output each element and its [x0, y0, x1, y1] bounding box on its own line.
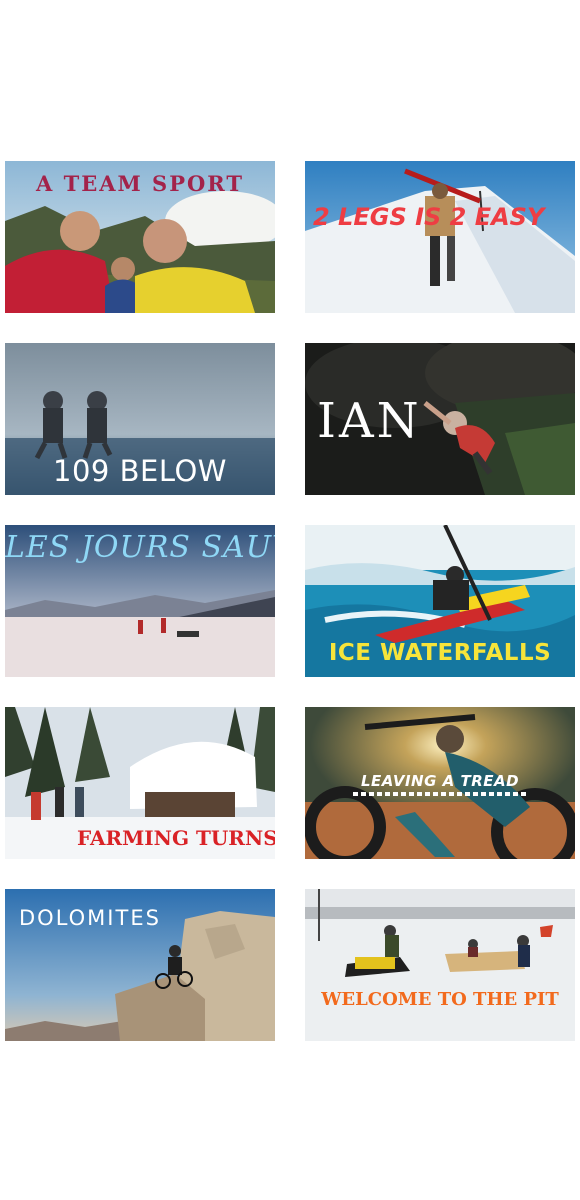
film-title: FARMING TURNS	[77, 826, 275, 850]
film-title: WELCOME TO THE PIT	[321, 989, 559, 1010]
film-title: LEAVING A TREAD	[360, 772, 520, 790]
film-title: 2 LEGS IS 2 EASY	[313, 203, 545, 231]
film-card-welcome-to-the-pit[interactable]: WELCOME TO THE PIT	[305, 889, 575, 1041]
film-title: 109 BELOW	[53, 454, 227, 488]
film-thumbnail-image	[305, 161, 575, 313]
film-grid: A TEAM SPORT 2 LEGS IS 2 EASY 109 BELOW …	[0, 0, 580, 1200]
film-card-ice-waterfalls[interactable]: ICE WATERFALLS	[305, 525, 575, 677]
film-card-les-jours-sauvages[interactable]: LES JOURS SAUVAGES	[5, 525, 275, 677]
film-title: IAN	[317, 393, 422, 449]
film-card-farming-turns[interactable]: FARMING TURNS	[5, 707, 275, 859]
tread-pattern-decoration	[353, 792, 527, 796]
film-title: DOLOMITES	[19, 906, 161, 930]
film-card-ian[interactable]: IAN	[305, 343, 575, 495]
film-title: A TEAM SPORT	[35, 171, 245, 196]
film-card-dolomites[interactable]: DOLOMITES	[5, 889, 275, 1041]
film-title: LES JOURS SAUVAGES	[5, 530, 275, 565]
film-card-109-below[interactable]: 109 BELOW	[5, 343, 275, 495]
film-card-leaving-a-tread[interactable]: LEAVING A TREAD	[305, 707, 575, 859]
film-thumbnail-image	[305, 889, 575, 1041]
film-card-a-team-sport[interactable]: A TEAM SPORT	[5, 161, 275, 313]
film-title: ICE WATERFALLS	[328, 640, 552, 666]
film-card-2-legs-is-2-easy[interactable]: 2 LEGS IS 2 EASY	[305, 161, 575, 313]
